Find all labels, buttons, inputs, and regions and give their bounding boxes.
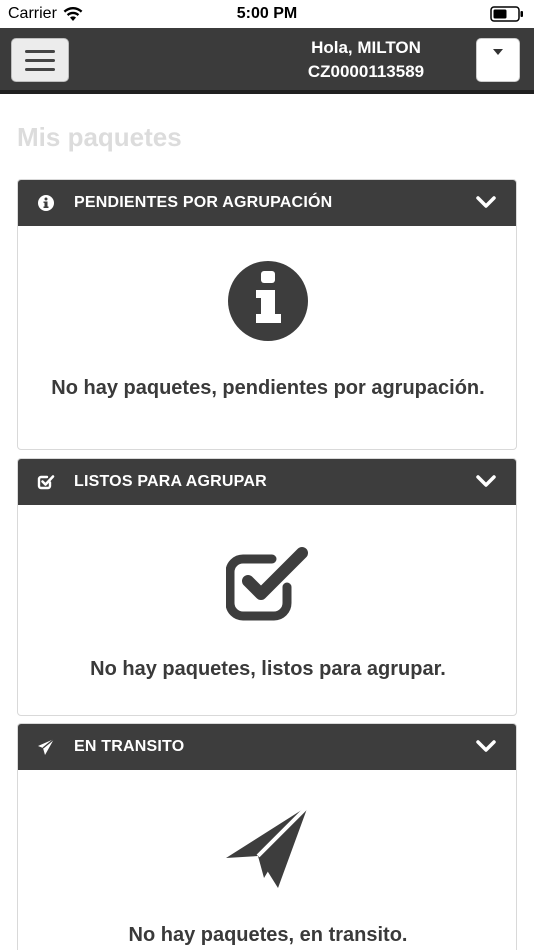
chevron-down-icon[interactable] (476, 473, 496, 489)
panel-title: LISTOS PARA AGRUPAR (74, 473, 267, 490)
hamburger-menu-button[interactable] (11, 38, 69, 82)
greeting-text: Hola, MILTON (311, 38, 421, 57)
paper-plane-icon (18, 804, 516, 890)
empty-message: No hay paquetes, listos para agrupar. (90, 658, 446, 680)
info-circle-icon (18, 260, 516, 342)
menu-bar-icon (25, 49, 55, 53)
user-greeting: Hola, MILTON CZ0000113589 (270, 36, 462, 84)
panel-title: EN TRANSITO (74, 738, 185, 755)
chevron-down-icon[interactable] (476, 738, 496, 754)
checkbox-checked-icon (18, 545, 516, 621)
panel-title: PENDIENTES POR AGRUPACIÓN (74, 194, 333, 211)
panel-en-transito: EN TRANSITO No hay paquetes, en transito… (17, 723, 517, 950)
panel-pendientes: PENDIENTES POR AGRUPACIÓN No hay paquete… (17, 179, 517, 450)
panel-header-pendientes[interactable]: PENDIENTES POR AGRUPACIÓN (18, 180, 516, 226)
user-dropdown-button[interactable] (476, 38, 520, 82)
empty-message: No hay paquetes, pendientes por agrupaci… (51, 377, 485, 399)
clock: 5:00 PM (236, 5, 298, 22)
panel-header-listos[interactable]: LISTOS PARA AGRUPAR (18, 459, 516, 505)
chevron-down-icon[interactable] (476, 194, 496, 210)
panel-header-en-transito[interactable]: EN TRANSITO (18, 724, 516, 770)
app-header: Hola, MILTON CZ0000113589 (0, 28, 534, 94)
caret-down-icon (493, 49, 503, 55)
info-circle-icon (36, 193, 56, 213)
checkbox-checked-icon (36, 472, 56, 492)
account-code: CZ0000113589 (307, 62, 425, 81)
status-bar: Carrier 5:00 PM (0, 0, 534, 28)
menu-bar-icon (25, 58, 55, 62)
page-title: Mis paquetes (17, 122, 182, 152)
panel-listos: LISTOS PARA AGRUPAR No hay paquetes, lis… (17, 458, 517, 716)
empty-message: No hay paquetes, en transito. (128, 924, 408, 946)
battery-icon (490, 6, 523, 22)
menu-bar-icon (25, 67, 55, 71)
paper-plane-icon (36, 737, 56, 757)
